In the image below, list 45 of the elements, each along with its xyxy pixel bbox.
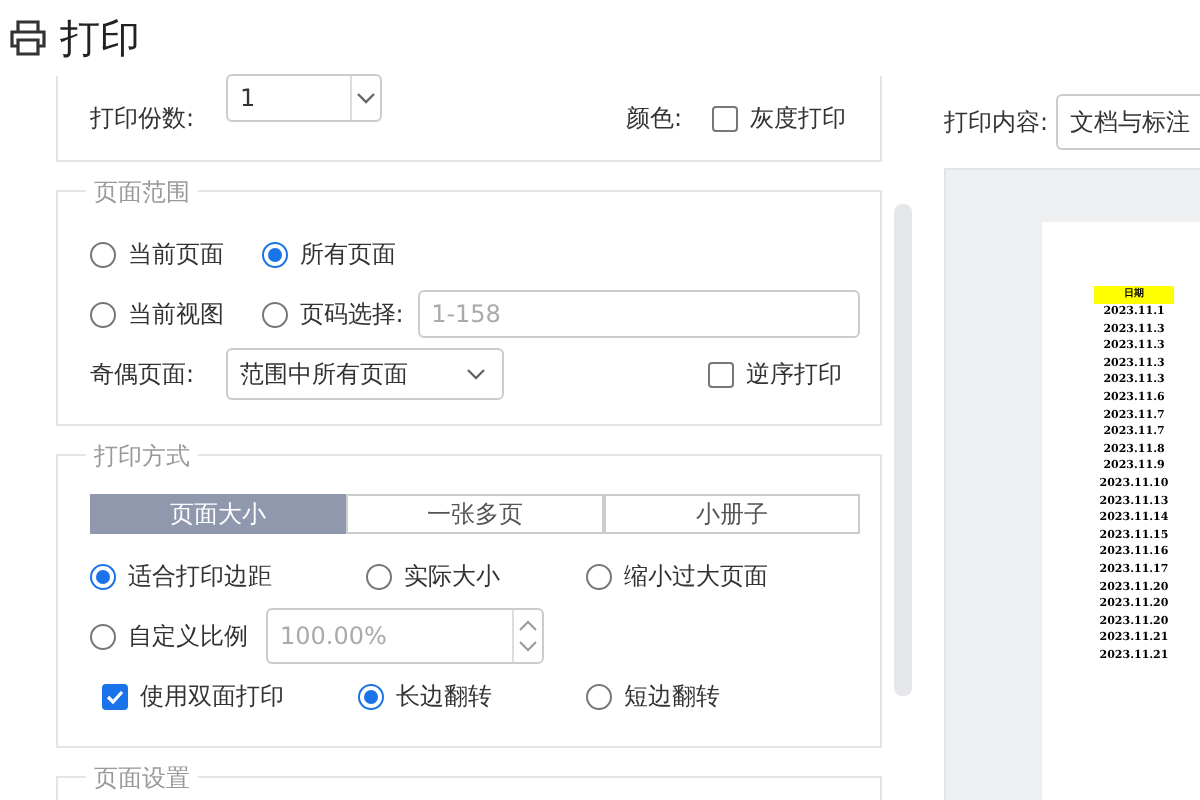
radio-label: 自定义比例 [128,619,248,653]
radio-button[interactable] [586,563,612,589]
copies-field[interactable]: 1 [226,74,382,122]
radio-button[interactable] [262,241,288,267]
radio-label: 短边翻转 [624,679,720,713]
checkbox[interactable] [708,361,734,387]
checkmark-icon [106,689,124,703]
radio-label: 当前页面 [128,237,224,271]
scrollbar[interactable] [894,204,912,696]
radio-button[interactable] [358,683,384,709]
radio-label: 长边翻转 [396,679,492,713]
radio-button[interactable] [586,683,612,709]
chevron-down-icon [356,92,376,104]
checkbox-label: 灰度打印 [750,101,846,135]
odd-even-label: 奇偶页面: [90,357,197,391]
radio-button[interactable] [90,563,116,589]
radio-label: 缩小过大页面 [624,559,768,593]
printer-icon [8,20,48,56]
checkbox-label: 逆序打印 [746,357,842,391]
radio-button[interactable] [366,563,392,589]
color-label: 颜色: [626,101,685,135]
radio-label: 页码选择: [299,297,404,331]
print-content-label: 打印内容: [944,105,1049,139]
checkbox[interactable] [712,105,738,131]
mode-tab[interactable]: 小册子 [603,494,860,534]
chevron-down-icon [466,368,486,380]
radio-label: 适合打印边距 [128,559,272,593]
radio-button[interactable] [90,301,116,327]
dialog-title: 打印 [60,11,140,65]
print-content-dropdown[interactable]: 文档与标注 [1056,94,1200,150]
odd-even-dropdown[interactable]: 范围中所有页面 [226,348,504,400]
checkbox[interactable] [102,683,128,709]
copies-label: 打印份数: [90,101,197,135]
group-legend: 页面设置 [86,762,198,796]
mode-tab[interactable]: 一张多页 [346,494,604,534]
radio-button[interactable] [261,301,288,327]
group-legend: 打印方式 [86,440,198,474]
radio-label: 当前视图 [128,297,224,331]
radio-label: 所有页面 [300,237,396,271]
spinner-arrows-icon [518,616,538,656]
radio-button[interactable] [90,623,116,649]
radio-button[interactable] [90,241,116,267]
group-legend: 页面范围 [86,176,198,210]
checkbox-label: 使用双面打印 [140,679,284,713]
radio-label: 实际大小 [404,559,500,593]
